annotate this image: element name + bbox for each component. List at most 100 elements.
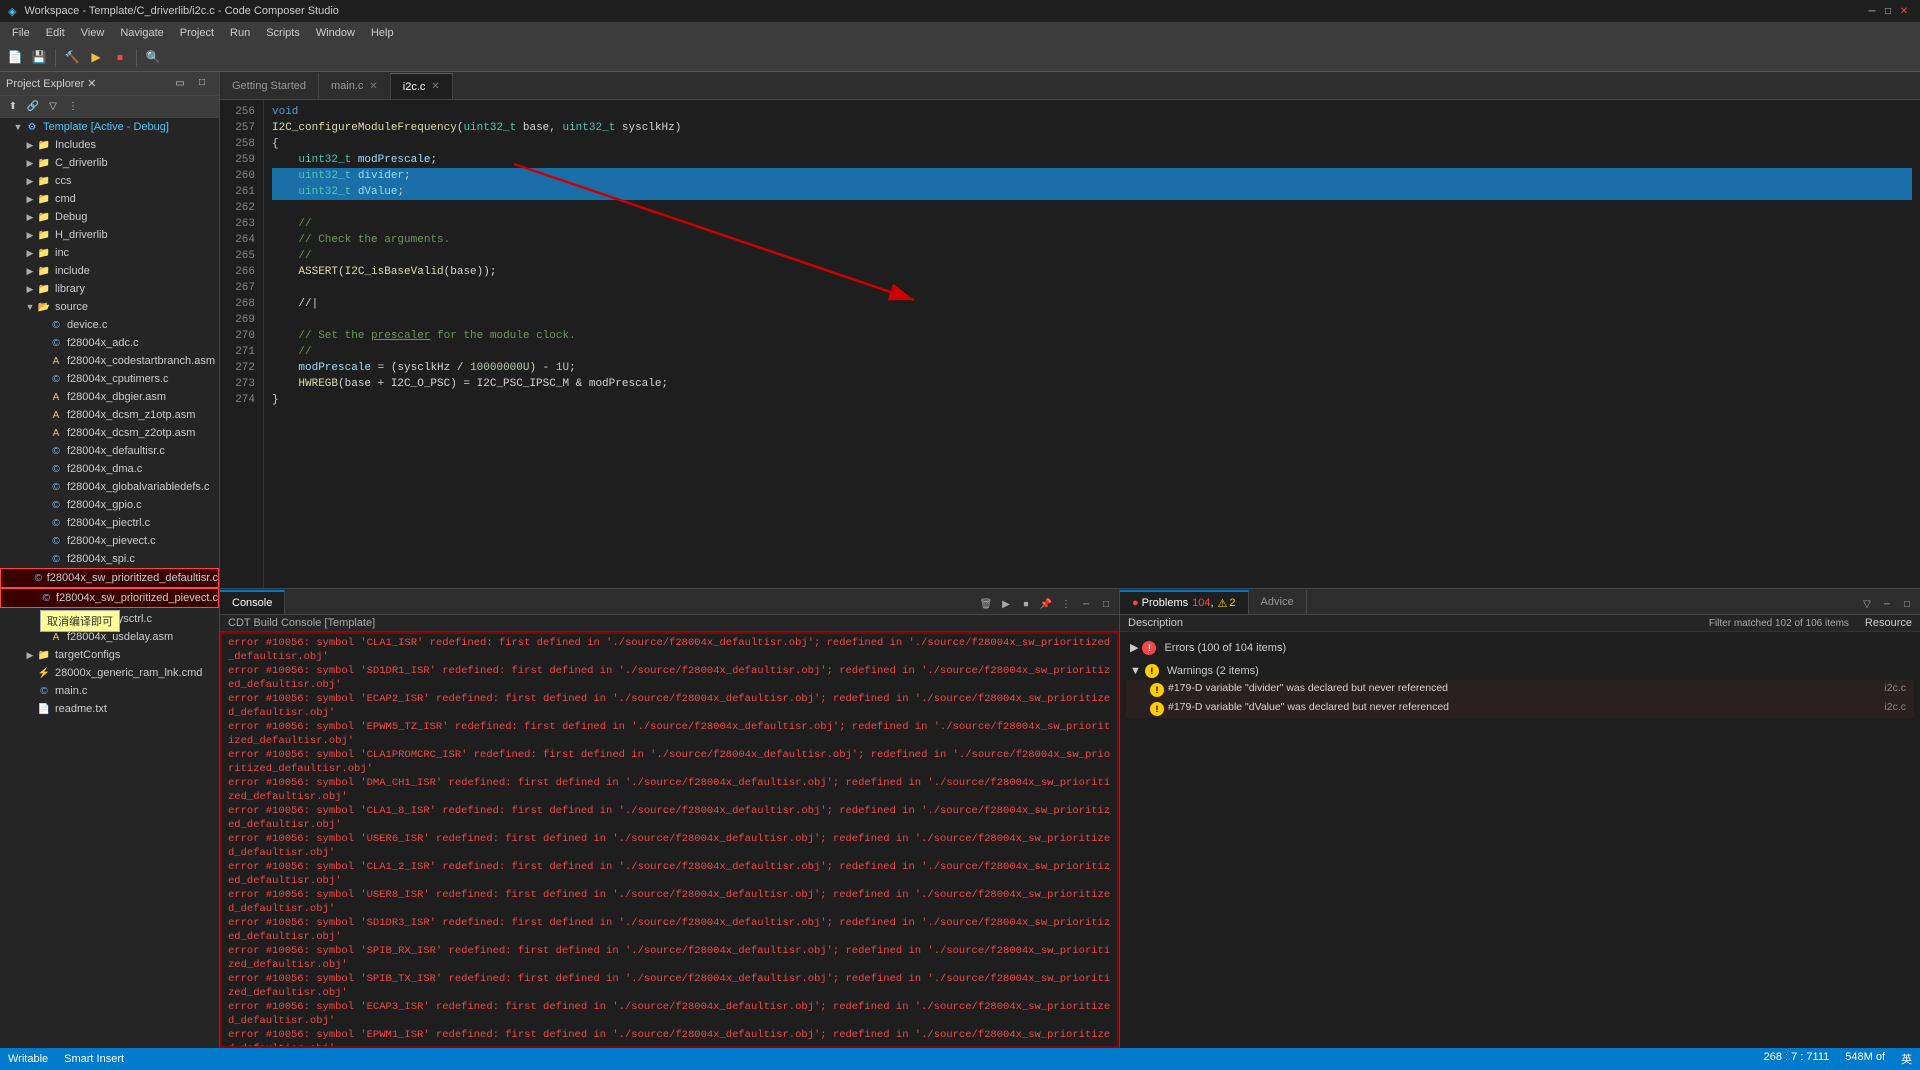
tree-item-dcsm-z1[interactable]: A f28004x_dcsm_z1otp.asm [0, 406, 219, 424]
build-btn[interactable]: 🔨 [61, 47, 83, 69]
stop-btn[interactable]: ⏹ [109, 47, 131, 69]
menu-run[interactable]: Run [222, 25, 258, 41]
debug-btn[interactable]: ▶ [85, 47, 107, 69]
bottom-panels: Console 🗑 ▶ ⏹ 📌 ⋮ ─ □ CDT Build Console … [220, 588, 1920, 1048]
tab-main-c[interactable]: main.c ✕ [319, 73, 391, 99]
close-tab-main-c[interactable]: ✕ [369, 81, 377, 92]
warnings-expand-arrow: ▼ [1130, 665, 1141, 677]
tree-item-gpio[interactable]: © f28004x_gpio.c [0, 496, 219, 514]
maximize-btn[interactable]: □ [1880, 3, 1896, 19]
tree-item-dcsm-z2[interactable]: A f28004x_dcsm_z2otp.asm [0, 424, 219, 442]
tree-item-main-c[interactable]: © main.c [0, 682, 219, 700]
problems-filter-btn[interactable]: ▽ [1858, 596, 1876, 614]
tree-item-c_driverlib[interactable]: ▶ 📁 C_driverlib [0, 154, 219, 172]
tree-item-dma[interactable]: © f28004x_dma.c [0, 460, 219, 478]
project-icon: ⚙ [24, 119, 40, 135]
menu-window[interactable]: Window [308, 25, 363, 41]
console-minimize-btn[interactable]: ─ [1077, 596, 1095, 614]
pe-maximize-btn[interactable]: □ [191, 73, 213, 95]
new-btn[interactable]: 📄 [4, 47, 26, 69]
folder-icon-include: 📁 [36, 263, 52, 279]
tree-item-cputimers[interactable]: © f28004x_cputimers.c [0, 370, 219, 388]
tree-item-sw-prio-defaultisr[interactable]: © f28004x_sw_prioritized_defaultisr.c [0, 568, 219, 588]
search-btn[interactable]: 🔍 [142, 47, 164, 69]
tree-label-debug: Debug [55, 211, 87, 223]
problems-minimize-btn[interactable]: ─ [1878, 596, 1896, 614]
tree-item-ccs[interactable]: ▶ 📁 ccs [0, 172, 219, 190]
console-clear-btn[interactable]: 🗑 [977, 596, 995, 614]
tree-root-template[interactable]: ▼ ⚙ Template [Active - Debug] [0, 118, 219, 136]
tree-item-readme[interactable]: 📄 readme.txt [0, 700, 219, 718]
menu-edit[interactable]: Edit [38, 25, 73, 41]
tab-i2c-c[interactable]: i2c.c ✕ [391, 73, 453, 99]
code-line-274: } [272, 392, 1912, 408]
menu-navigate[interactable]: Navigate [112, 25, 171, 41]
tree-arrow-inc: ▶ [24, 248, 36, 259]
tree-item-codestartbranch[interactable]: A f28004x_codestartbranch.asm [0, 352, 219, 370]
problems-errors-header[interactable]: ▶ ! Errors (100 of 104 items) [1126, 638, 1914, 657]
pe-minimize-btn[interactable]: ▭ [169, 73, 191, 95]
menu-project[interactable]: Project [172, 25, 222, 41]
minimize-btn[interactable]: ─ [1864, 3, 1880, 19]
tree-item-spi[interactable]: © f28004x_spi.c [0, 550, 219, 568]
tree-label-dcsm-z1: f28004x_dcsm_z1otp.asm [67, 409, 195, 421]
tree-item-include[interactable]: ▶ 📁 include [0, 262, 219, 280]
console-content[interactable]: error #10056: symbol 'CLA1_ISR' redefine… [220, 632, 1119, 1048]
tree-item-inc[interactable]: ▶ 📁 inc [0, 244, 219, 262]
tree-item-pievect[interactable]: © f28004x_pievect.c [0, 532, 219, 550]
tree-item-source[interactable]: ▼ 📂 source [0, 298, 219, 316]
menu-help[interactable]: Help [363, 25, 402, 41]
toolbar: 📄 💾 🔨 ▶ ⏹ 🔍 [0, 44, 1920, 72]
code-content[interactable]: void I2C_configureModuleFrequency(uint32… [264, 100, 1920, 588]
console-pin-btn[interactable]: 📌 [1037, 596, 1055, 614]
code-editor[interactable]: 256 257 258 259 260 261 262 263 264 265 … [220, 100, 1920, 588]
tree-label-ccs: ccs [55, 175, 72, 187]
close-tab-i2c-c[interactable]: ✕ [431, 81, 439, 92]
console-maximize-btn[interactable]: □ [1097, 596, 1115, 614]
console-menu-btn[interactable]: ⋮ [1057, 596, 1075, 614]
problems-panel-controls: ▽ ─ □ [1858, 596, 1920, 614]
tree-item-debug[interactable]: ▶ 📁 Debug [0, 208, 219, 226]
console-run-btn[interactable]: ▶ [997, 596, 1015, 614]
menu-view[interactable]: View [73, 25, 113, 41]
problems-warnings-header[interactable]: ▼ ! Warnings (2 items) [1126, 661, 1914, 680]
code-line-272: modPrescale = (sysclkHz / 10000000U) - 1… [272, 360, 1912, 376]
warning-item-2[interactable]: ! #179-D variable "dValue" was declared … [1126, 699, 1914, 718]
pe-link-btn[interactable]: 🔗 [24, 98, 42, 116]
tab-getting-started[interactable]: Getting Started [220, 73, 319, 99]
tree-item-ram-lnk[interactable]: ⚡ 28000x_generic_ram_lnk.cmd [0, 664, 219, 682]
tree-item-f28004x-adc[interactable]: © f28004x_adc.c [0, 334, 219, 352]
tree-item-defaultisr[interactable]: © f28004x_defaultisr.c [0, 442, 219, 460]
pe-title: Project Explorer ✕ [6, 77, 169, 90]
problems-content[interactable]: ▶ ! Errors (100 of 104 items) ▼ ! Warnin… [1120, 632, 1920, 1048]
console-stop-btn[interactable]: ⏹ [1017, 596, 1035, 614]
c-file-icon-pievect: © [48, 533, 64, 549]
close-btn[interactable]: ✕ [1896, 3, 1912, 19]
tree-item-device-c[interactable]: © device.c [0, 316, 219, 334]
tree-label-cputimers: f28004x_cputimers.c [67, 373, 169, 385]
console-line-4: error #10056: symbol 'CLA1PROMCRC_ISR' r… [224, 748, 1115, 776]
tree-item-piectrl[interactable]: © f28004x_piectrl.c [0, 514, 219, 532]
problems-maximize-btn[interactable]: □ [1898, 596, 1916, 614]
menu-scripts[interactable]: Scripts [258, 25, 308, 41]
tree-item-targetconfigs[interactable]: ▶ 📁 targetConfigs [0, 646, 219, 664]
tree-item-includes[interactable]: ▶ 📁 Includes [0, 136, 219, 154]
tree-item-sw-prio-pievect[interactable]: © f28004x_sw_prioritized_pievect.c [0, 588, 219, 608]
pe-collapse-btn[interactable]: ⬆ [4, 98, 22, 116]
pe-menu-btn[interactable]: ⋮ [64, 98, 82, 116]
tab-console[interactable]: Console [220, 590, 285, 614]
save-btn[interactable]: 💾 [28, 47, 50, 69]
tree-item-h_driverlib[interactable]: ▶ 📁 H_driverlib [0, 226, 219, 244]
tab-problems[interactable]: ● Problems 104 , ⚠ 2 [1120, 590, 1249, 614]
pe-filter-btn[interactable]: ▽ [44, 98, 62, 116]
tree-item-cmd[interactable]: ▶ 📁 cmd [0, 190, 219, 208]
folder-icon-cmd: 📁 [36, 191, 52, 207]
c-file-icon-adc: © [48, 335, 64, 351]
warn-icon-section: ! [1145, 664, 1159, 678]
tree-item-dbgier[interactable]: A f28004x_dbgier.asm [0, 388, 219, 406]
tree-item-library[interactable]: ▶ 📁 library [0, 280, 219, 298]
menu-file[interactable]: File [4, 25, 38, 41]
tree-item-globalvars[interactable]: © f28004x_globalvariabledefs.c [0, 478, 219, 496]
tab-advice[interactable]: Advice [1249, 590, 1307, 614]
warning-item-1[interactable]: ! #179-D variable "divider" was declared… [1126, 680, 1914, 699]
